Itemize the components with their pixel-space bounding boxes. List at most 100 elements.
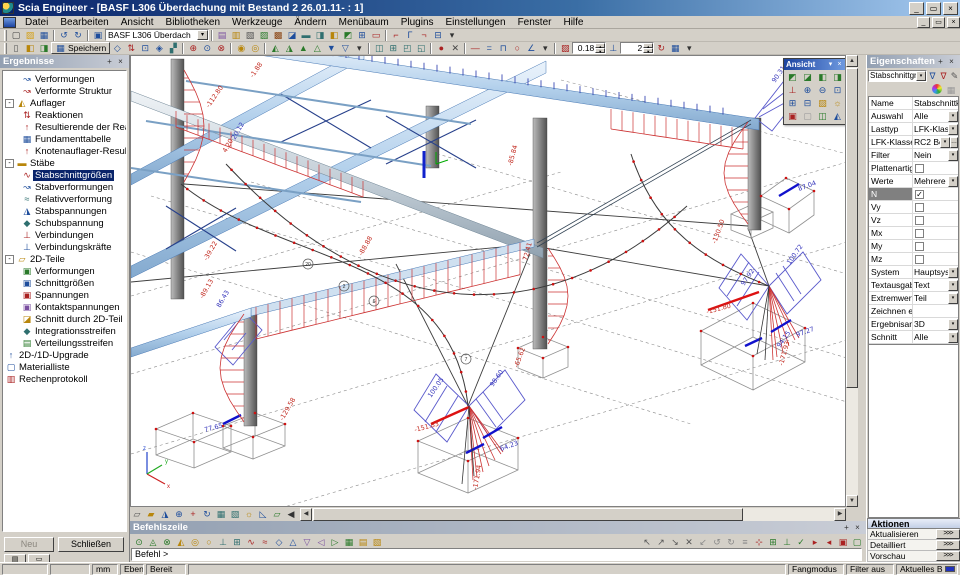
zoom-tool-icon[interactable]: ⊕: [172, 508, 186, 520]
horizontal-scrollbar[interactable]: ◀ ▶: [300, 508, 846, 521]
circle-snap-icon[interactable]: ◇: [272, 536, 286, 548]
ortho-toggle-icon[interactable]: ⊥: [780, 536, 794, 548]
double-line-icon[interactable]: =: [482, 42, 496, 54]
activity-off-icon[interactable]: ◱: [414, 42, 428, 54]
close-icon[interactable]: ×: [835, 60, 844, 69]
restore-button[interactable]: ▭: [932, 17, 945, 28]
property-row-mz[interactable]: Mz: [869, 253, 958, 266]
scroll-down-icon[interactable]: ▼: [846, 495, 858, 507]
print-icon[interactable]: ▬: [299, 29, 313, 41]
grid-settings-icon[interactable]: ▦: [668, 42, 682, 54]
activity-invert-icon[interactable]: ◰: [400, 42, 414, 54]
property-checkbox[interactable]: [915, 229, 924, 238]
property-row-system[interactable]: SystemHauptsystem▾: [869, 266, 958, 279]
property-row-schnitt[interactable]: SchnittAlle▾: [869, 331, 958, 344]
tree-item-stabschnittgr-en[interactable]: ∿Stabschnittgrößen: [5, 169, 126, 181]
hatch-settings-icon[interactable]: ▨: [558, 42, 572, 54]
edge-snap-icon[interactable]: ◁: [314, 536, 328, 548]
table-preview-icon[interactable]: ▦: [944, 84, 958, 96]
column[interactable]: [171, 59, 184, 299]
clipboard-icon[interactable]: ▯: [9, 42, 23, 54]
tree-item-relativverformung[interactable]: ≈Relativverformung: [5, 193, 126, 205]
repeat-command-icon[interactable]: ↻: [724, 536, 738, 548]
grid-toggle-icon[interactable]: ⊞: [766, 536, 780, 548]
spinner-down-icon[interactable]: ▼: [595, 48, 605, 53]
u-profile-icon[interactable]: ⊓: [496, 42, 510, 54]
minimize-button[interactable]: _: [909, 2, 924, 15]
tree-item-fundamenttabelle[interactable]: ▦Fundamenttabelle: [5, 133, 126, 145]
zoom-window-icon[interactable]: ⊡: [830, 84, 845, 97]
tree-item-verformte-struktur[interactable]: ↝Verformte Struktur: [5, 85, 126, 97]
property-row-vz[interactable]: Vz: [869, 214, 958, 227]
snap-mode-icon[interactable]: ⊹: [752, 536, 766, 548]
arc-snap-icon[interactable]: ≈: [258, 536, 272, 548]
point-snap-icon[interactable]: ⊙: [132, 536, 146, 548]
previous-selection-icon[interactable]: ◈: [152, 42, 166, 54]
mdi-child-icon[interactable]: [3, 17, 16, 28]
scroll-up-icon[interactable]: ▲: [846, 55, 858, 67]
edit-properties-icon[interactable]: ✎: [949, 70, 960, 82]
eave-beam[interactable]: [251, 239, 534, 316]
property-checkbox[interactable]: [915, 216, 924, 225]
tree-item-knotenauflager-resultierende[interactable]: ↑Knotenauflager-Resultierende: [5, 145, 126, 157]
paste-icon[interactable]: ▥: [229, 29, 243, 41]
property-set-dropdown[interactable]: ▾: [916, 71, 926, 81]
tree-item-2d-1d-upgrade[interactable]: ↑2D-/1D-Upgrade: [5, 349, 126, 361]
engineering-report-icon[interactable]: ▭: [369, 29, 383, 41]
column[interactable]: [533, 118, 547, 349]
camera-view-icon[interactable]: ▣: [785, 110, 800, 123]
collapse-toolbar-icon[interactable]: ◀: [284, 508, 298, 520]
vertical-scrollbar[interactable]: ▲ ▼: [846, 55, 858, 507]
close-icon[interactable]: ×: [852, 523, 863, 533]
menu-einstellungen[interactable]: Einstellungen: [440, 16, 512, 29]
property-dropdown-icon[interactable]: ▾: [948, 293, 958, 304]
wireframe-icon[interactable]: ▦: [214, 508, 228, 520]
macro-icon[interactable]: ≡: [738, 536, 752, 548]
new-button[interactable]: Neu: [4, 537, 54, 552]
filter-y-icon[interactable]: ◂: [822, 536, 836, 548]
show-results-icon[interactable]: ▽: [338, 42, 352, 54]
show-dimensions-icon[interactable]: △: [310, 42, 324, 54]
rotate-step-icon[interactable]: ↻: [654, 42, 668, 54]
property-row-filter[interactable]: FilterNein▾: [869, 149, 958, 162]
node-snap-icon[interactable]: ▽: [300, 536, 314, 548]
menu-hilfe[interactable]: Hilfe: [557, 16, 589, 29]
new-project-icon[interactable]: ▢: [9, 29, 23, 41]
property-row-n[interactable]: N✓: [869, 188, 958, 201]
minimize-button[interactable]: _: [917, 17, 930, 28]
scroll-left-icon[interactable]: ◀: [300, 508, 312, 521]
model-viewport[interactable]: -112.80-1.8820.124.20-39.22-89.1386.43-8…: [130, 55, 846, 507]
clean-data-icon[interactable]: ✕: [448, 42, 462, 54]
property-row-textausgabe[interactable]: TextausgabeText▾: [869, 279, 958, 292]
member-display-icon[interactable]: ◎: [248, 42, 262, 54]
filter-z-icon[interactable]: ▣: [836, 536, 850, 548]
undo-icon[interactable]: ↺: [57, 29, 71, 41]
pin-icon[interactable]: +: [104, 57, 115, 67]
tree-item-resultierende-der-reaktionen[interactable]: ↑Resultierende der Reaktionen: [5, 121, 126, 133]
show-loads-icon[interactable]: ◭: [268, 42, 282, 54]
import-icon[interactable]: ◩: [341, 29, 355, 41]
view-z-icon[interactable]: ◧: [815, 71, 830, 84]
tree-item-stabspannungen[interactable]: ◮Stabspannungen: [5, 205, 126, 217]
add-member-icon[interactable]: ⊕: [186, 42, 200, 54]
property-row-name[interactable]: NameStabschnittkr.: [869, 97, 958, 110]
cancel-selection-icon[interactable]: ↘: [668, 536, 682, 548]
zoom-all-icon[interactable]: ⊞: [785, 97, 800, 110]
intersection-snap-icon[interactable]: ⊗: [160, 536, 174, 548]
filter-clear-icon[interactable]: ∇: [927, 70, 938, 82]
menu-ndern[interactable]: Ändern: [288, 16, 332, 29]
horizontal-scroll-thumb[interactable]: [313, 508, 743, 521]
iso-view-icon[interactable]: ⊟: [431, 29, 445, 41]
perpendicular-snap-icon[interactable]: ⊥: [216, 536, 230, 548]
eave-beam[interactable]: [131, 308, 251, 357]
ucs-icon[interactable]: ⊥: [785, 84, 800, 97]
tree-item-kontaktspannungen[interactable]: ▣Kontaktspannungen: [5, 301, 126, 313]
zoom-in-icon[interactable]: ⊕: [800, 84, 815, 97]
axo-view-icon[interactable]: ◮: [158, 508, 172, 520]
property-row-vy[interactable]: Vy: [869, 201, 958, 214]
light-toggle-icon[interactable]: ☼: [830, 97, 845, 110]
settings-overflow-caret[interactable]: ▾: [682, 42, 696, 54]
property-dropdown-icon[interactable]: ▾: [948, 150, 958, 161]
redo-icon[interactable]: ↻: [71, 29, 85, 41]
light-icon[interactable]: ☼: [242, 508, 256, 520]
